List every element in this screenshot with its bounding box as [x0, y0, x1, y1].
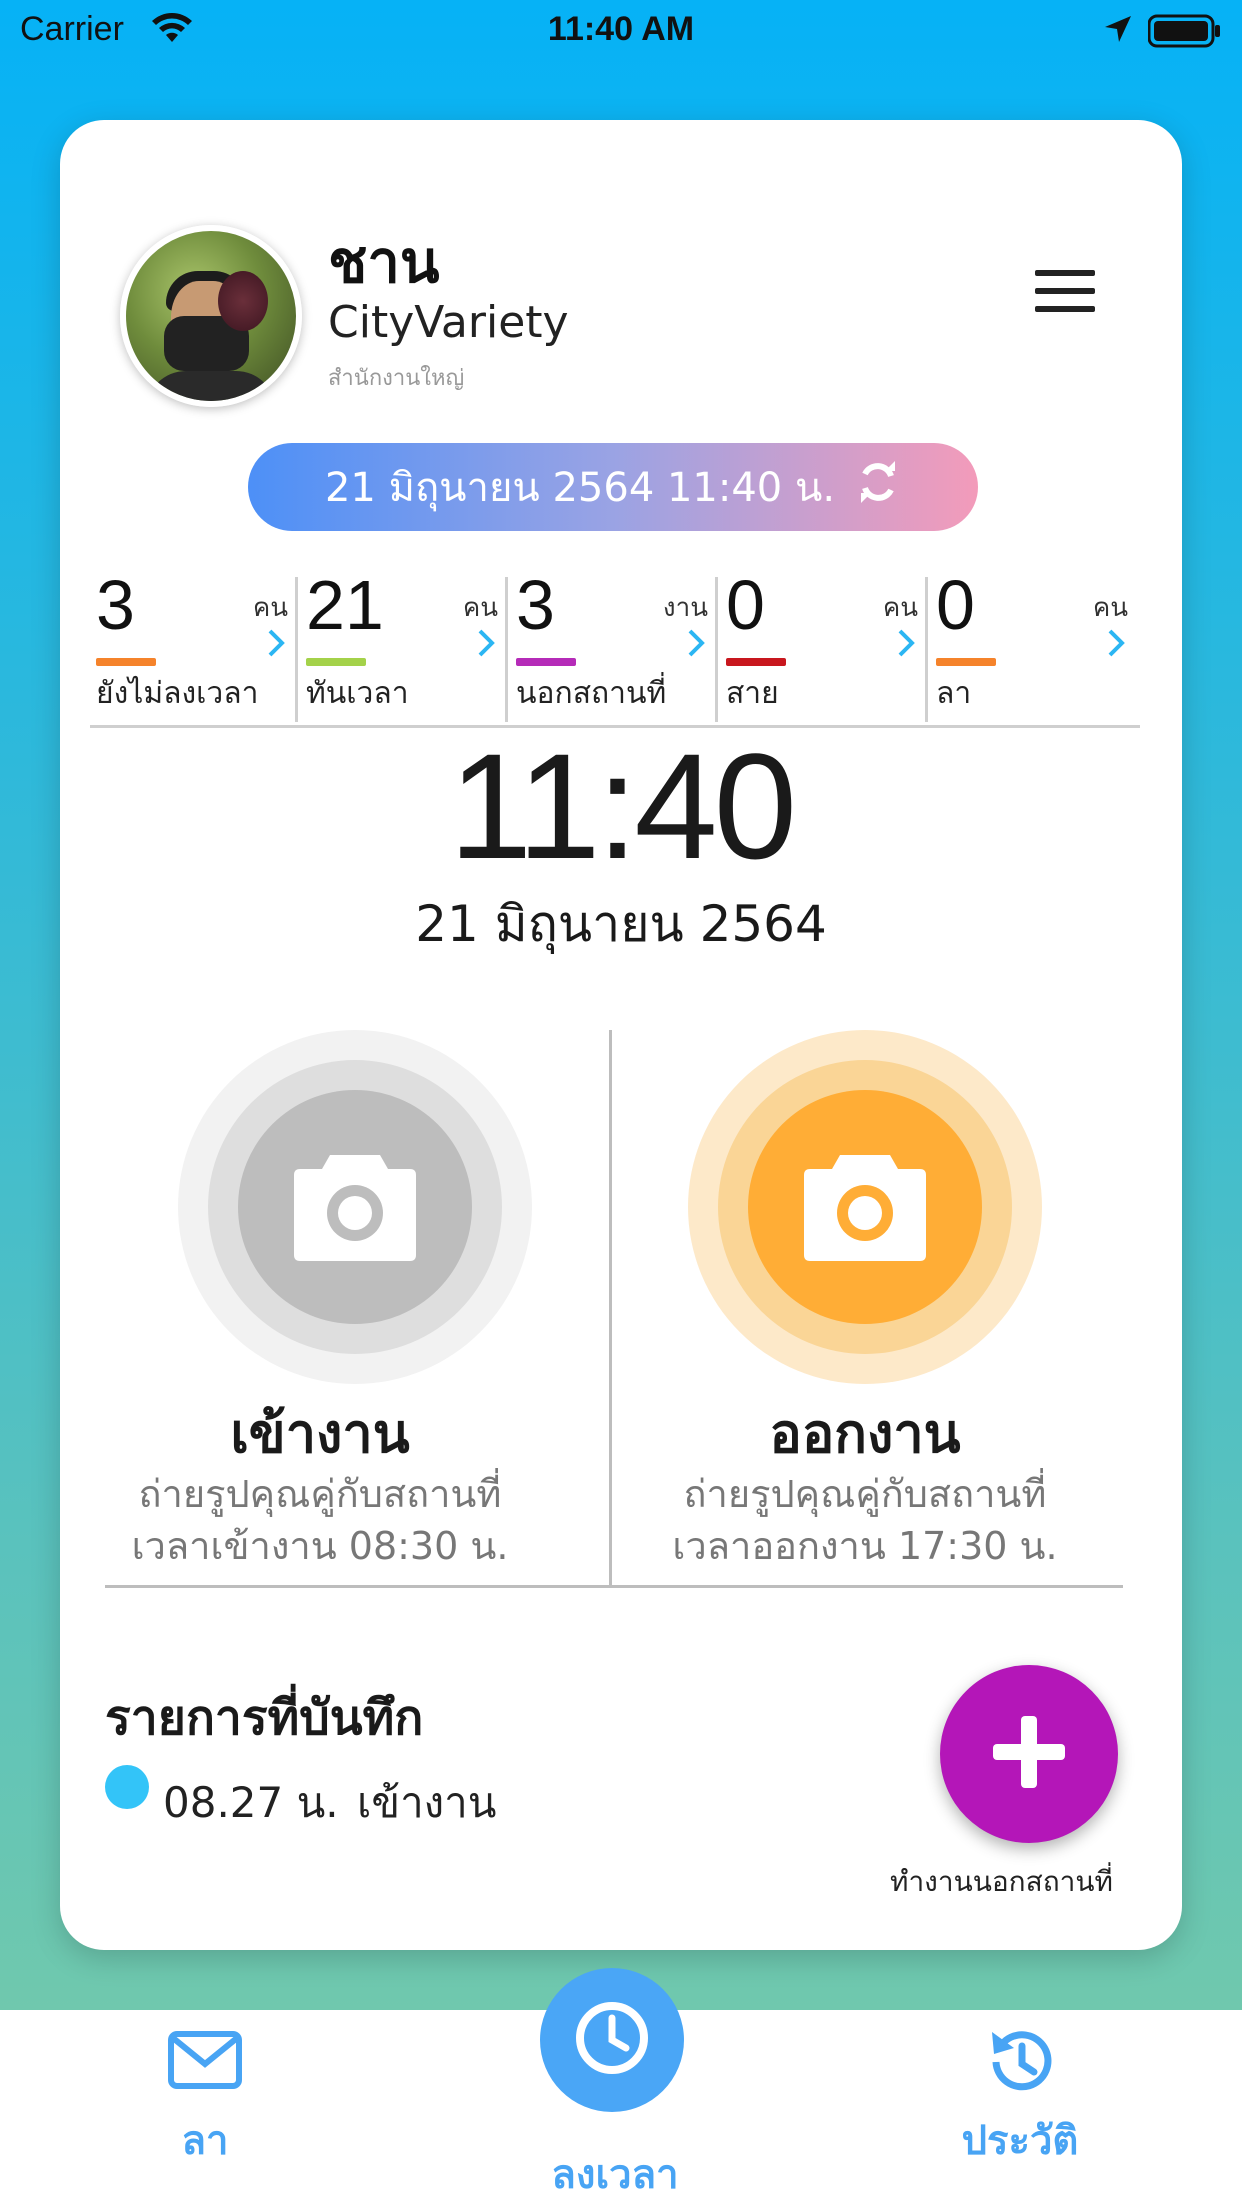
tab-leave[interactable]: ลา	[130, 2030, 280, 2172]
stat-color-bar	[96, 658, 156, 666]
check-in-hint: ถ่ายรูปคุณคู่กับสถานที่	[138, 1472, 502, 1516]
stats-summary: 3 คน ยังไม่ลงเวลา 21 คน ทันเวลา 3 งาน นอ…	[90, 565, 1140, 728]
check-in-title: เข้างาน	[230, 1402, 410, 1465]
stat-label: นอกสถานที่	[516, 676, 667, 711]
chevron-right-icon	[686, 627, 706, 663]
stat-unit: คน	[252, 593, 288, 623]
tab-checkin-label: ลงเวลา	[551, 2152, 679, 2198]
stat-value: 3	[96, 566, 135, 644]
stat-unit: คน	[462, 593, 498, 623]
plus-icon	[989, 1712, 1069, 1796]
records-title: รายการที่บันทึก	[105, 1690, 424, 1746]
refresh-icon[interactable]	[855, 459, 901, 515]
chevron-right-icon	[896, 627, 916, 663]
stat-unit: งาน	[662, 593, 708, 623]
battery-icon	[1147, 14, 1222, 52]
stat-unit: คน	[1092, 593, 1128, 623]
check-in-time: เวลาเข้างาน 08:30 น.	[131, 1524, 509, 1568]
record-status-dot	[105, 1765, 149, 1809]
check-out-time: เวลาออกงาน 17:30 น.	[672, 1524, 1058, 1568]
stat-label: ลา	[936, 676, 972, 711]
add-offsite-button[interactable]	[940, 1665, 1118, 1843]
checkin-clock-button[interactable]	[540, 1968, 684, 2112]
chevron-right-icon	[476, 627, 496, 663]
check-in-camera-button[interactable]	[178, 1030, 532, 1384]
stat-label: ยังไม่ลงเวลา	[96, 676, 259, 711]
branch-name: สำนักงานใหญ่	[328, 366, 465, 391]
stat-value: 0	[936, 566, 975, 644]
location-arrow-icon	[1103, 14, 1133, 48]
check-out-camera-button[interactable]	[688, 1030, 1042, 1384]
mail-icon	[130, 2030, 280, 2094]
tab-history[interactable]: ประวัติ	[935, 2024, 1105, 2172]
stat-leave[interactable]: 0 คน ลา	[930, 565, 1138, 725]
avatar[interactable]	[120, 225, 302, 407]
clock-time: 11:40	[448, 722, 797, 890]
tab-history-label: ประวัติ	[961, 2118, 1079, 2164]
record-type: เข้างาน	[357, 1778, 497, 1827]
stat-value: 21	[306, 566, 384, 644]
stat-not-checked-in[interactable]: 3 คน ยังไม่ลงเวลา	[90, 565, 298, 725]
stat-color-bar	[726, 658, 786, 666]
stat-color-bar	[306, 658, 366, 666]
stat-label: ทันเวลา	[306, 676, 409, 711]
check-out-title: ออกงาน	[769, 1402, 961, 1465]
offsite-label: ทำงานนอกสถานที่	[890, 1865, 1113, 1898]
stat-value: 3	[516, 566, 555, 644]
status-bar: Carrier 11:40 AM	[0, 0, 1242, 60]
tab-checkin[interactable]: ลงเวลา	[515, 2142, 715, 2206]
clock-date: 21 มิถุนายน 2564	[415, 895, 827, 953]
camera-icon	[800, 1147, 930, 1267]
stat-on-time[interactable]: 21 คน ทันเวลา	[300, 565, 508, 725]
camera-icon	[290, 1147, 420, 1267]
date-refresh-pill[interactable]: 21 มิถุนายน 2564 11:40 น.	[248, 443, 978, 531]
company-name: CityVariety	[328, 297, 569, 348]
stat-unit: คน	[882, 593, 918, 623]
divider	[105, 1585, 1123, 1588]
clock-label: 11:40 AM	[547, 10, 695, 48]
stat-late[interactable]: 0 คน สาย	[720, 565, 928, 725]
stat-offsite[interactable]: 3 งาน นอกสถานที่	[510, 565, 718, 725]
current-datetime: 21 มิถุนายน 2564 11:40 น.	[324, 465, 836, 511]
check-out-hint: ถ่ายรูปคุณคู่กับสถานที่	[683, 1472, 1047, 1516]
main-card: ชาน CityVariety สำนักงานใหญ่ 21 มิถุนายน…	[60, 120, 1182, 1950]
clock-icon	[574, 2000, 650, 2080]
stat-color-bar	[936, 658, 996, 666]
stat-color-bar	[516, 658, 576, 666]
record-time: 08.27 น.	[163, 1778, 339, 1827]
chevron-right-icon	[266, 627, 286, 663]
history-icon	[935, 2024, 1105, 2104]
stat-label: สาย	[726, 676, 779, 711]
tab-leave-label: ลา	[181, 2118, 229, 2164]
chevron-right-icon	[1106, 627, 1126, 663]
user-name: ชาน	[328, 228, 440, 296]
hamburger-menu-icon[interactable]	[1035, 270, 1095, 314]
stat-value: 0	[726, 566, 765, 644]
